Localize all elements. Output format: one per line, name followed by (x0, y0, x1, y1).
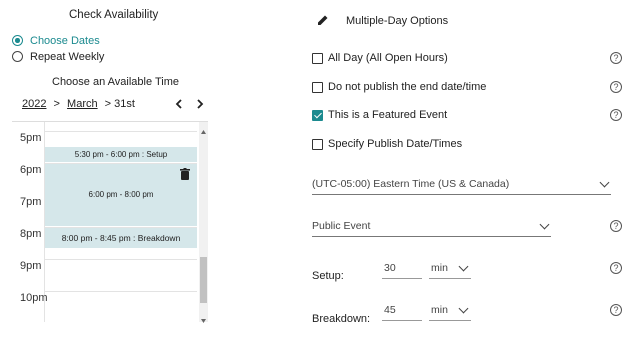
choose-time-heading: Choose an Available Time (52, 76, 179, 88)
help-icon[interactable]: ? (610, 304, 622, 316)
hour-label: 9pm (20, 260, 42, 272)
help-icon[interactable]: ? (610, 109, 622, 121)
hour-label: 7pm (20, 196, 42, 208)
grid-line (44, 131, 197, 132)
help-icon[interactable]: ? (610, 52, 622, 64)
radio-unchecked-icon[interactable] (12, 51, 23, 62)
specify-publish-label[interactable]: Specify Publish Date/Times (328, 138, 462, 150)
chevron-down-icon[interactable] (458, 303, 469, 314)
no-publish-end-checkbox[interactable] (312, 82, 323, 93)
all-day-checkbox[interactable] (312, 53, 323, 64)
repeat-weekly-label[interactable]: Repeat Weekly (30, 51, 104, 63)
setup-minutes-input[interactable]: 30 (384, 262, 396, 274)
all-day-label[interactable]: All Day (All Open Hours) (328, 52, 448, 64)
hour-label: 6pm (20, 164, 42, 176)
specify-publish-checkbox[interactable] (312, 139, 323, 150)
prev-arrow-button[interactable] (174, 98, 186, 110)
setup-event-block[interactable]: 5:30 pm - 6:00 pm : Setup (45, 147, 197, 162)
help-icon[interactable]: ? (610, 262, 622, 274)
setup-unit-select[interactable]: min (431, 262, 448, 274)
breadcrumb-month[interactable]: March (67, 98, 98, 110)
delete-event-button[interactable] (180, 168, 190, 183)
grid-line (44, 291, 197, 292)
calendar-scrollbar[interactable] (199, 122, 208, 323)
breakdown-event-block[interactable]: 8:00 pm - 8:45 pm : Breakdown (45, 228, 197, 248)
no-publish-end-label[interactable]: Do not publish the end date/time (328, 81, 486, 93)
visibility-select[interactable]: Public Event (312, 220, 370, 232)
setup-unit-underline (429, 278, 471, 279)
breadcrumb-separator: > (53, 98, 60, 110)
grid-line (44, 259, 197, 260)
scroll-up-icon[interactable] (201, 125, 206, 137)
setup-input-underline (382, 278, 422, 279)
breadcrumb-day: > 31st (104, 98, 135, 110)
hour-label: 10pm (20, 292, 48, 304)
repeat-weekly-option[interactable] (12, 51, 23, 65)
scroll-down-icon[interactable] (201, 314, 206, 326)
visibility-underline (312, 236, 551, 237)
calendar-day-view[interactable]: 5pm 6pm 7pm 8pm 9pm 10pm 5:30 pm - 6:00 … (12, 121, 208, 323)
main-event-block[interactable]: 6:00 pm - 8:00 pm (45, 164, 197, 226)
event-label: 5:30 pm - 6:00 pm : Setup (74, 150, 168, 159)
scrollbar-thumb[interactable] (200, 257, 207, 303)
breakdown-unit-underline (429, 320, 471, 321)
breakdown-input-underline (382, 320, 422, 321)
trash-icon (180, 168, 190, 180)
breakdown-minutes-input[interactable]: 45 (384, 304, 396, 316)
help-icon[interactable]: ? (610, 81, 622, 93)
pencil-icon (318, 15, 328, 25)
chevron-left-icon (175, 99, 182, 109)
multi-day-options-button[interactable] (317, 14, 329, 29)
choose-dates-label[interactable]: Choose Dates (30, 35, 100, 47)
multi-day-options-label[interactable]: Multiple-Day Options (346, 15, 448, 27)
setup-label: Setup: (312, 270, 344, 282)
radio-checked-icon[interactable] (12, 35, 23, 46)
next-arrow-button[interactable] (195, 98, 207, 110)
breakdown-unit-select[interactable]: min (431, 304, 448, 316)
event-label: 8:00 pm - 8:45 pm : Breakdown (61, 233, 181, 243)
chevron-right-icon (197, 99, 204, 109)
timezone-underline (312, 194, 611, 195)
event-label: 6:00 pm - 8:00 pm (88, 190, 154, 199)
chevron-down-icon[interactable] (458, 261, 469, 272)
breakdown-label: Breakdown: (312, 313, 371, 325)
check-availability-title: Check Availability (69, 9, 159, 21)
breadcrumb: 2022 > March > 31st (22, 98, 135, 110)
chevron-down-icon[interactable] (599, 177, 610, 188)
timezone-select[interactable]: (UTC-05:00) Eastern Time (US & Canada) (312, 178, 509, 190)
featured-event-checkbox[interactable] (312, 110, 323, 121)
hour-label: 5pm (20, 132, 42, 144)
hour-label: 8pm (20, 228, 42, 240)
breadcrumb-year[interactable]: 2022 (22, 98, 46, 110)
choose-dates-option[interactable] (12, 35, 23, 49)
chevron-down-icon[interactable] (539, 219, 550, 230)
featured-event-label[interactable]: This is a Featured Event (328, 109, 447, 121)
help-icon[interactable]: ? (610, 220, 622, 232)
